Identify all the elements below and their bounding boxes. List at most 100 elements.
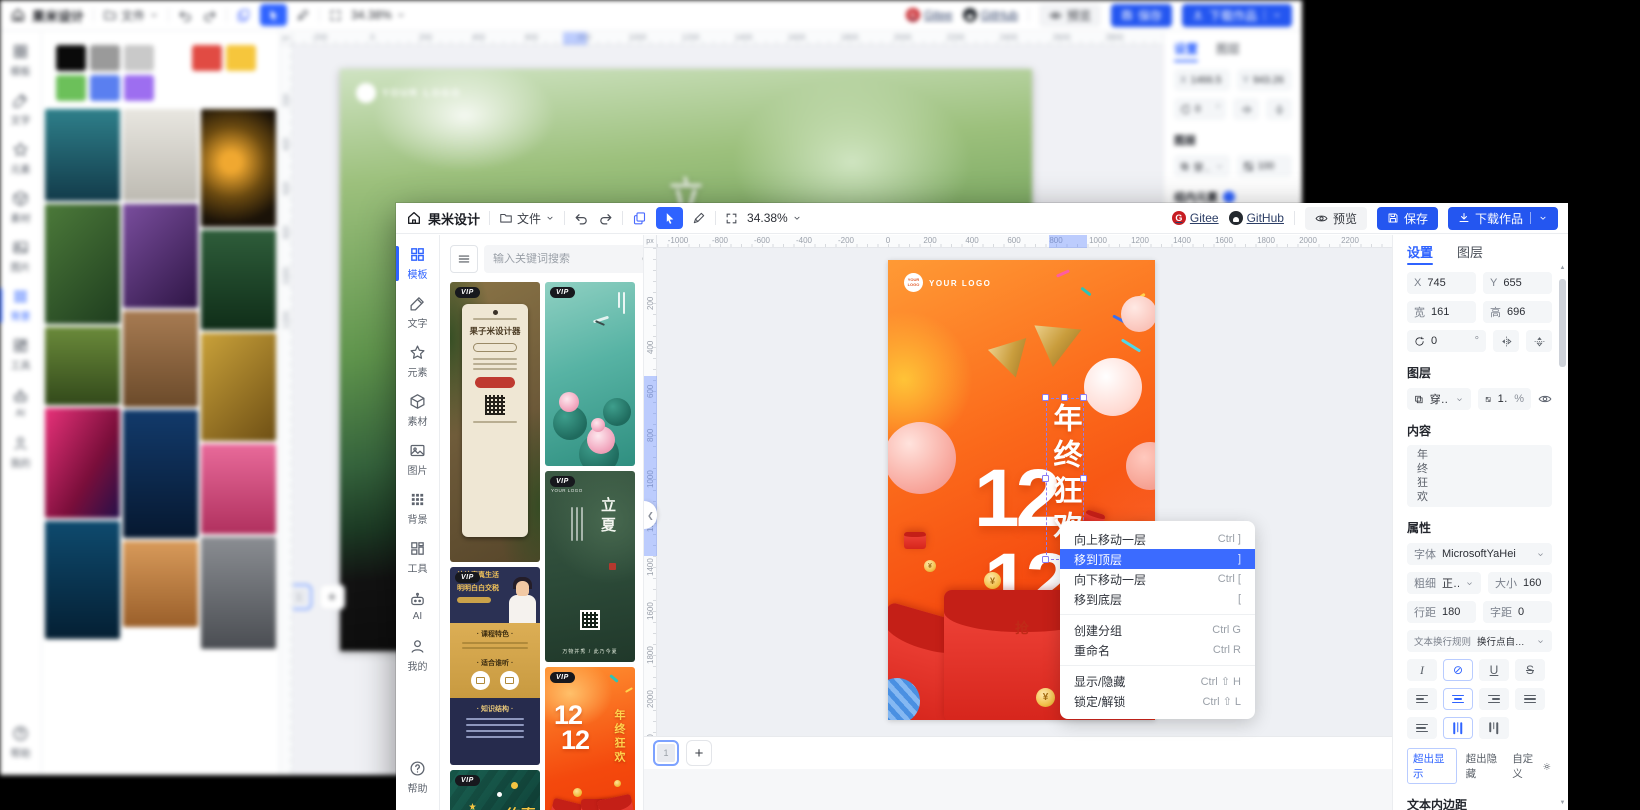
sidebar-item-elements[interactable]: 元素 <box>396 337 440 386</box>
file-menu[interactable]: 文件 <box>499 210 555 227</box>
photo-thumbnail[interactable] <box>45 109 120 201</box>
photo-thumbnail[interactable] <box>45 521 120 639</box>
app-logo[interactable]: 果米设计 <box>406 209 480 228</box>
text-wrap-select[interactable]: 文本换行规则换行点自动换行 <box>1407 630 1552 652</box>
font-weight-select[interactable]: 粗细正常 <box>1407 572 1481 594</box>
underline-button[interactable]: U <box>1479 659 1509 681</box>
gitee-link[interactable]: G Gitee <box>905 8 953 22</box>
tab-layers[interactable]: 图层 <box>1457 237 1483 265</box>
context-menu-item[interactable]: 创建分组 Ctrl G <box>1060 614 1255 640</box>
template-card-wood-tag[interactable]: VIP 果子米设计器 <box>450 282 540 562</box>
gitee-link[interactable]: G Gitee <box>1171 211 1219 225</box>
selection-handle[interactable] <box>1061 394 1068 401</box>
y-field[interactable]: Y 655 <box>1483 272 1552 294</box>
sidebar-item-images[interactable]: 图片 <box>0 232 43 281</box>
fit-screen-button[interactable] <box>329 9 342 22</box>
color-swatch[interactable] <box>56 75 86 101</box>
overflow-show-option[interactable]: 超出显示 <box>1407 748 1457 784</box>
zoom-select[interactable]: 34.38% <box>747 211 802 225</box>
file-menu[interactable]: 文件 <box>103 7 159 24</box>
selection-handle[interactable] <box>1042 394 1049 401</box>
redo-button[interactable] <box>598 211 613 226</box>
photo-thumbnail[interactable] <box>201 537 276 649</box>
height-field[interactable]: 高 696 <box>1483 301 1552 323</box>
github-link[interactable]: GitHub <box>962 8 1018 22</box>
italic-button[interactable]: I <box>1407 659 1437 681</box>
no-decoration-button[interactable]: ⊘ <box>1443 659 1473 681</box>
sidebar-item-assets[interactable]: 素材 <box>396 386 440 435</box>
color-swatch[interactable] <box>56 45 86 71</box>
sidebar-item-tools[interactable]: 工具 <box>396 533 440 582</box>
save-button[interactable]: 保存 <box>1110 3 1172 27</box>
text-vertical-button[interactable] <box>1443 717 1473 739</box>
undo-button[interactable] <box>178 8 193 23</box>
template-card-1212[interactable]: VIP 12 12 年终狂欢 <box>545 667 635 810</box>
vertical-ruler[interactable]: 2004006008001000120014001600180020002200 <box>644 248 657 810</box>
sidebar-item-elements[interactable]: 元素 <box>0 134 43 183</box>
align-right-button[interactable] <box>1479 688 1509 710</box>
preview-button[interactable]: 预览 <box>1038 3 1101 27</box>
preview-button[interactable]: 预览 <box>1304 206 1367 230</box>
font-family-select[interactable]: 字体 MicrosoftYaHei <box>1407 543 1552 565</box>
blend-mode-select[interactable]: 穿透 <box>1174 155 1230 177</box>
y-field[interactable]: Y 943.26 <box>1236 69 1292 91</box>
canvas-area[interactable]: px -1000 -800 -600 -400 -200 0 200 400 600 800 100… <box>644 235 1392 810</box>
photo-thumbnail[interactable] <box>123 311 198 407</box>
context-menu-item[interactable]: 重命名 Ctrl R <box>1060 640 1255 660</box>
font-size-field[interactable]: 大小 160 <box>1488 572 1552 594</box>
photo-thumbnail[interactable] <box>123 204 198 308</box>
letter-spacing-field[interactable]: 字距 0 <box>1483 601 1552 623</box>
pen-tool-button[interactable] <box>296 8 310 22</box>
sidebar-item-backgrounds[interactable]: 背景 <box>396 484 440 533</box>
page-thumbnail[interactable]: 1 <box>653 740 679 766</box>
color-swatch[interactable] <box>124 75 154 101</box>
context-menu-item[interactable]: 向上移动一层 Ctrl ] <box>1060 529 1255 549</box>
add-page-button[interactable]: + <box>319 584 345 610</box>
vertical-ruler[interactable]: 200 400 600 800 1000 1200 <box>280 45 293 775</box>
photo-thumbnail[interactable] <box>123 410 198 538</box>
text-vertical-rl-button[interactable] <box>1479 717 1509 739</box>
selection-handle[interactable] <box>1080 394 1087 401</box>
sidebar-item-ai[interactable]: AI <box>396 582 440 631</box>
tab-layers[interactable]: 图层 <box>1216 34 1240 62</box>
template-card-lixia[interactable]: VIP YOUR LOGO 立夏 万物并秀 / 此乃今夏 <box>545 471 635 662</box>
template-card-course[interactable]: VIP 认认真真生活 明明白白交税 · 课程特色 · · 适合谁听 · <box>450 567 540 765</box>
save-button[interactable]: 保存 <box>1376 206 1438 230</box>
width-field[interactable]: 宽 161 <box>1407 301 1476 323</box>
color-swatch[interactable] <box>90 45 120 71</box>
context-menu-item[interactable]: 移到顶层 ] <box>1060 549 1255 569</box>
color-swatch[interactable] <box>158 45 188 71</box>
blend-mode-select[interactable]: 穿透 <box>1407 388 1472 410</box>
color-swatch[interactable] <box>226 45 256 71</box>
photo-thumbnail[interactable] <box>45 408 120 518</box>
strikethrough-button[interactable]: S <box>1515 659 1545 681</box>
flip-horizontal-button[interactable] <box>1233 98 1259 120</box>
panel-scrollbar[interactable]: ▲ ▼ <box>1559 265 1566 806</box>
sidebar-item-text[interactable]: 文字 <box>396 288 440 337</box>
color-swatch[interactable] <box>90 75 120 101</box>
app-logo[interactable]: 果米设计 <box>10 6 84 25</box>
zoom-select[interactable]: 34.38% <box>351 8 406 22</box>
photo-thumbnail[interactable] <box>201 444 276 534</box>
photo-thumbnail[interactable] <box>123 541 198 627</box>
sidebar-item-ai[interactable]: AI <box>0 379 43 428</box>
template-card-christmas[interactable]: VIP 约惠 <box>450 770 540 810</box>
rotation-field[interactable]: 0 ° <box>1174 98 1226 120</box>
pen-tool-button[interactable] <box>692 211 706 225</box>
copy-button[interactable] <box>236 8 251 23</box>
select-tool-button[interactable] <box>260 4 288 26</box>
color-swatch[interactable] <box>124 45 154 71</box>
selection-handle[interactable] <box>1080 475 1087 482</box>
sidebar-item-mine[interactable]: 我的 <box>0 428 43 477</box>
overflow-hide-option[interactable]: 超出隐藏 <box>1466 751 1504 781</box>
tab-settings[interactable]: 设置 <box>1174 34 1199 62</box>
selection-handle[interactable] <box>1042 556 1049 563</box>
sidebar-item-help[interactable]: 帮助 <box>396 753 440 802</box>
tab-settings[interactable]: 设置 <box>1407 237 1434 265</box>
photo-thumbnail[interactable] <box>45 327 120 405</box>
sidebar-item-mine[interactable]: 我的 <box>396 631 440 680</box>
sidebar-item-text[interactable]: 文字 <box>0 85 43 134</box>
align-justify-button[interactable] <box>1515 688 1545 710</box>
line-height-field[interactable]: 行距 180 <box>1407 601 1476 623</box>
text-horizontal-button[interactable] <box>1407 717 1437 739</box>
